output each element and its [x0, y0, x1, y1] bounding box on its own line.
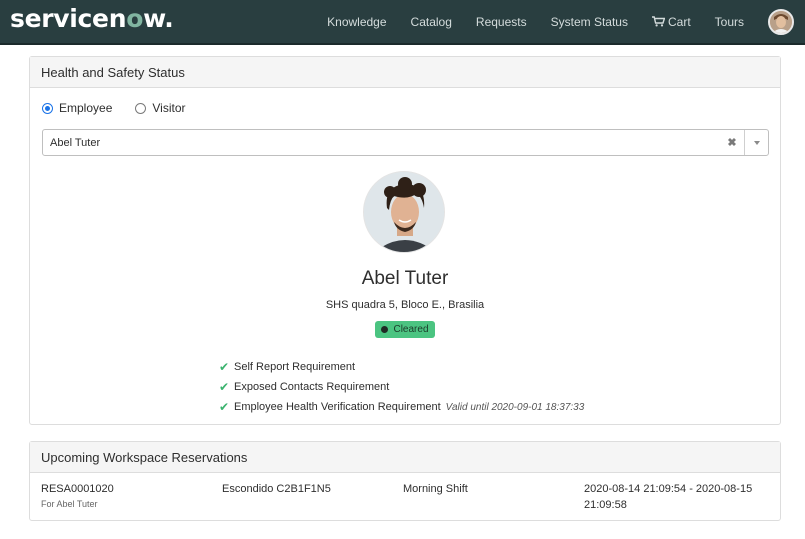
nav-system-status[interactable]: System Status — [551, 15, 628, 29]
reservation-for: For Abel Tuter — [41, 499, 98, 509]
checkmark-icon: ✔ — [219, 400, 230, 414]
checkmark-icon: ✔ — [219, 380, 230, 394]
person-select-value: Abel Tuter — [50, 136, 101, 149]
workspace-reservations-panel: Upcoming Workspace Reservations RESA0001… — [29, 441, 781, 521]
nav-catalog[interactable]: Catalog — [411, 15, 452, 29]
reservations-panel-title: Upcoming Workspace Reservations — [30, 442, 780, 473]
nav-knowledge[interactable]: Knowledge — [327, 15, 386, 29]
top-navbar: servicenow. Knowledge Catalog Requests S… — [0, 0, 805, 45]
reservation-number[interactable]: RESA0001020 — [41, 483, 222, 495]
requirement-item: ✔ Employee Health Verification Requireme… — [219, 397, 584, 417]
status-dot-icon — [381, 326, 389, 333]
servicenow-logo[interactable]: servicenow. — [10, 6, 174, 31]
nav-menu: Knowledge Catalog Requests System Status… — [303, 8, 795, 35]
requirement-valid-until: Valid until 2020-09-01 18:37:33 — [445, 401, 585, 413]
radio-visitor-dot[interactable] — [135, 102, 147, 114]
requirement-label: Employee Health Verification Requirement — [234, 401, 441, 413]
person-select[interactable]: Abel Tuter ✖ — [42, 129, 769, 156]
radio-employee-dot[interactable] — [42, 102, 53, 114]
requirement-label: Self Report Requirement — [234, 361, 356, 373]
user-avatar[interactable] — [768, 8, 794, 35]
nav-cart-label: Cart — [667, 14, 691, 29]
requirement-label: Exposed Contacts Requirement — [234, 381, 390, 393]
profile-photo-image — [364, 172, 444, 252]
radio-employee[interactable]: Employee — [42, 101, 112, 115]
nav-cart[interactable]: Cart — [651, 14, 691, 29]
logo-text-end: w. — [143, 4, 174, 33]
radio-visitor[interactable]: Visitor — [135, 101, 186, 115]
person-type-radio-group: Employee Visitor — [42, 101, 209, 115]
health-panel-title: Health and Safety Status — [30, 57, 780, 88]
nav-requests[interactable]: Requests — [476, 15, 527, 29]
profile-photo — [363, 171, 445, 253]
status-badge-label: Cleared — [393, 324, 429, 335]
reservation-location: Escondido C2B1F1N5 — [222, 483, 331, 495]
checkmark-icon: ✔ — [219, 360, 230, 374]
status-badge: Cleared — [375, 321, 435, 338]
clear-selection-icon[interactable]: ✖ — [720, 136, 744, 149]
reservation-shift: Morning Shift — [403, 483, 468, 495]
logo-text-start: servicen — [10, 4, 127, 33]
radio-visitor-label: Visitor — [152, 101, 186, 115]
profile-address: SHS quadra 5, Bloco E., Brasilia — [325, 299, 485, 311]
nav-tours[interactable]: Tours — [715, 15, 744, 29]
health-safety-panel: Health and Safety Status Employee Visito… — [29, 56, 781, 425]
radio-employee-label: Employee — [59, 101, 113, 115]
cart-icon — [651, 16, 665, 27]
requirement-item: ✔ Exposed Contacts Requirement — [219, 377, 584, 397]
user-avatar-image — [770, 10, 792, 33]
select-dropdown-toggle[interactable] — [744, 130, 768, 155]
requirements-list: ✔ Self Report Requirement ✔ Exposed Cont… — [219, 357, 584, 417]
chevron-down-icon — [753, 140, 760, 145]
requirement-item: ✔ Self Report Requirement — [219, 357, 584, 377]
profile-name: Abel Tuter — [361, 268, 449, 289]
reservation-row[interactable]: RESA0001020 For Abel Tuter Escondido C2B… — [41, 483, 771, 513]
reservation-time-range: 2020-08-14 21:09:54 - 2020-08-15 21:09:5… — [584, 483, 753, 511]
logo-text-o: o — [126, 4, 144, 33]
